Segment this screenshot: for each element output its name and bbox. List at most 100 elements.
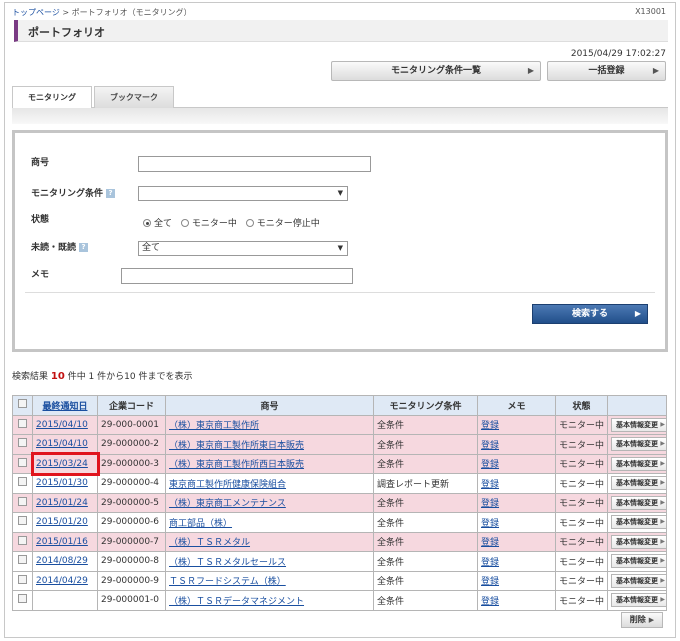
memo-register-link[interactable]: 登録	[481, 499, 499, 509]
select-all-checkbox[interactable]	[18, 399, 27, 409]
memo-register-link[interactable]: 登録	[481, 421, 499, 431]
delete-button[interactable]: 削除 ▶	[621, 612, 663, 628]
header-memo: メモ	[477, 395, 556, 416]
memo-register-link[interactable]: 登録	[481, 538, 499, 548]
memo-register-link[interactable]: 登録	[481, 519, 499, 529]
chevron-right-icon: ▶	[648, 616, 655, 624]
last-notice-date-link[interactable]: 2014/04/29	[36, 576, 88, 586]
row-select-cell	[12, 473, 33, 494]
memo-input[interactable]	[121, 268, 353, 284]
edit-basic-info-label: 基本情報変更	[616, 576, 658, 585]
trade-name-input[interactable]	[138, 156, 371, 172]
trade-name-link[interactable]: （株）ＴＳＲメタル	[169, 538, 250, 548]
memo-cell: 登録	[477, 512, 556, 533]
row-checkbox[interactable]	[18, 418, 27, 428]
last-notice-date-link[interactable]: 2015/01/30	[36, 478, 88, 488]
tab-monitoring[interactable]: モニタリング	[12, 86, 92, 109]
radio-selected-icon	[143, 219, 151, 227]
status-cell: モニター中	[555, 414, 608, 435]
row-checkbox[interactable]	[18, 516, 27, 526]
monitoring-conditions-list-button[interactable]: モニタリング条件一覧 ▶	[331, 61, 541, 81]
trade-name-link[interactable]: （株）ＴＳＲデータマネジメント	[169, 597, 304, 607]
trade-name-link[interactable]: （株）ＴＳＲメタルセールス	[169, 558, 286, 568]
action-cell: 基本情報変更 ▶	[607, 512, 667, 533]
trade-name-link[interactable]: （株）東京商工メンテナンス	[169, 499, 286, 509]
edit-basic-info-button[interactable]: 基本情報変更 ▶	[611, 554, 666, 569]
edit-basic-info-button[interactable]: 基本情報変更 ▶	[611, 573, 666, 588]
last-notice-date-link[interactable]: 2015/01/16	[36, 537, 88, 547]
edit-basic-info-button[interactable]: 基本情報変更 ▶	[611, 495, 666, 510]
edit-basic-info-button[interactable]: 基本情報変更 ▶	[611, 476, 666, 491]
read-status-select[interactable]: 全て ▼	[138, 241, 348, 256]
row-checkbox[interactable]	[18, 535, 27, 545]
status-radio-group: 全て モニター中 モニター停止中	[143, 216, 326, 229]
edit-basic-info-button[interactable]: 基本情報変更 ▶	[611, 417, 666, 432]
trade-name-link[interactable]: ＴＳＲフードシステム（株）	[169, 577, 286, 587]
trade-name-link[interactable]: 商工部品（株）	[169, 519, 232, 529]
memo-register-link[interactable]: 登録	[481, 597, 499, 607]
memo-register-link[interactable]: 登録	[481, 441, 499, 451]
table-row: 2015/03/24 29-000000-3 （株）東京商工製作所西日本販売 全条件登…	[12, 452, 667, 476]
row-checkbox[interactable]	[18, 496, 27, 506]
monitoring-condition-cell: 全条件	[373, 492, 478, 513]
header-last-notice-date[interactable]: 最終通知日	[32, 395, 98, 416]
last-notice-date-cell: 2015/04/10	[32, 434, 98, 455]
monitoring-condition-cell: 全条件	[373, 570, 478, 591]
chevron-right-icon: ▶	[660, 537, 665, 545]
page-title-bar: ポートフォリオ	[14, 20, 668, 42]
trade-name-link[interactable]: （株）東京商工製作所	[169, 421, 259, 431]
memo-register-link[interactable]: 登録	[481, 577, 499, 587]
row-checkbox[interactable]	[18, 574, 27, 584]
last-notice-date-link[interactable]: 2015/01/24	[36, 498, 88, 508]
edit-basic-info-label: 基本情報変更	[616, 420, 658, 429]
action-cell: 基本情報変更 ▶	[607, 570, 667, 591]
memo-label: メモ	[31, 270, 50, 280]
breadcrumb-home-link[interactable]: トップページ	[12, 8, 60, 17]
monitoring-condition-label-group: モニタリング条件?	[31, 186, 116, 199]
screen-id: X13001	[635, 7, 666, 16]
help-icon[interactable]: ?	[106, 189, 116, 198]
trade-name-cell: （株）東京商工製作所	[165, 414, 374, 435]
table-row: 2015/04/10 29-000000-2 （株）東京商工製作所東日本販売 全条件登…	[12, 434, 667, 455]
row-checkbox[interactable]	[18, 477, 27, 487]
status-radio-stopped[interactable]: モニター停止中	[245, 219, 320, 229]
row-checkbox[interactable]	[18, 594, 27, 604]
last-notice-date-cell: 2015/04/10	[32, 414, 98, 435]
radio-icon	[245, 219, 254, 227]
help-icon[interactable]: ?	[79, 243, 89, 252]
row-checkbox[interactable]	[18, 457, 27, 467]
last-notice-date-link[interactable]: 2015/04/10	[36, 439, 88, 449]
bulk-register-button[interactable]: 一括登録 ▶	[547, 61, 666, 81]
memo-register-link[interactable]: 登録	[481, 460, 499, 470]
edit-basic-info-button[interactable]: 基本情報変更 ▶	[611, 534, 666, 549]
search-button[interactable]: 検索する ▶	[532, 304, 648, 324]
tab-bookmark[interactable]: ブックマーク	[94, 86, 174, 108]
edit-basic-info-button[interactable]: 基本情報変更 ▶	[611, 456, 666, 471]
last-notice-date-link[interactable]: 2015/01/20	[36, 517, 88, 527]
memo-register-link[interactable]: 登録	[481, 558, 499, 568]
trade-name-link[interactable]: （株）東京商工製作所東日本販売	[169, 441, 304, 451]
last-notice-date-link[interactable]: 2014/08/29	[36, 556, 88, 566]
row-checkbox[interactable]	[18, 555, 27, 565]
trade-name-cell: 商工部品（株）	[165, 512, 374, 533]
edit-basic-info-button[interactable]: 基本情報変更 ▶	[611, 437, 666, 452]
action-cell: 基本情報変更 ▶	[607, 434, 667, 455]
page-title: ポートフォリオ	[28, 26, 105, 39]
last-notice-date-link[interactable]: 2015/03/24	[36, 459, 88, 469]
action-cell: 基本情報変更 ▶	[607, 551, 667, 572]
edit-basic-info-button[interactable]: 基本情報変更 ▶	[611, 515, 666, 530]
memo-register-link[interactable]: 登録	[481, 480, 499, 490]
memo-cell: 登録	[477, 590, 556, 611]
sort-last-notice-date-link[interactable]: 最終通知日	[42, 402, 87, 412]
edit-basic-info-button[interactable]: 基本情報変更 ▶	[611, 593, 666, 608]
table-row: 29-000001-0 （株）ＴＳＲデータマネジメント 全条件 登録 モニター中 基本情報…	[12, 590, 667, 611]
current-datetime: 2015/04/29 17:02:27	[570, 49, 666, 59]
last-notice-date-link[interactable]: 2015/04/10	[36, 420, 88, 430]
select-all-header	[12, 395, 33, 416]
status-radio-monitoring[interactable]: モニター中	[180, 219, 237, 229]
monitoring-condition-select[interactable]: ▼	[138, 186, 348, 201]
status-radio-all[interactable]: 全て	[143, 219, 172, 229]
trade-name-link[interactable]: （株）東京商工製作所西日本販売	[169, 460, 304, 470]
trade-name-link[interactable]: 東京商工製作所健康保険組合	[169, 480, 286, 490]
row-checkbox[interactable]	[18, 438, 27, 448]
